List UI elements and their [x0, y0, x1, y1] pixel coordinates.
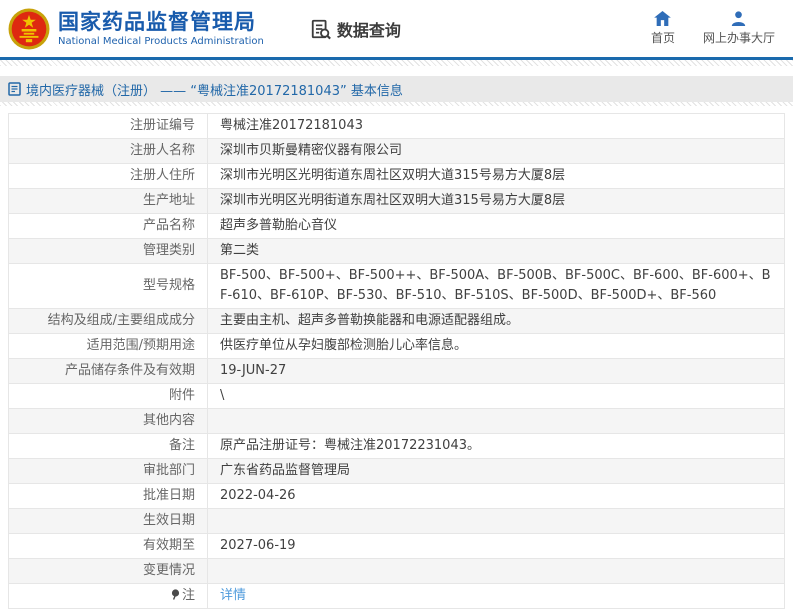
field-value — [207, 508, 785, 534]
field-value — [207, 558, 785, 584]
table-row: 备注 原产品注册证号：粤械注准20172231043。 — [8, 433, 785, 459]
field-label: 生产地址 — [8, 188, 208, 214]
field-label: 注册证编号 — [8, 113, 208, 139]
field-label: 型号规格 — [8, 263, 208, 309]
field-value — [207, 408, 785, 434]
site-subtitle: National Medical Products Administration — [58, 36, 264, 47]
table-row: 管理类别 第二类 — [8, 238, 785, 264]
field-label: 备注 — [8, 433, 208, 459]
note-label: 注 — [181, 588, 195, 603]
field-value: 广东省药品监督管理局 — [207, 458, 785, 484]
field-label: 产品储存条件及有效期 — [8, 358, 208, 384]
field-label: 注册人名称 — [8, 138, 208, 164]
field-value: BF-500、BF-500+、BF-500++、BF-500A、BF-500B、… — [207, 263, 785, 309]
site-header: 国家药品监督管理局 National Medical Products Admi… — [0, 0, 793, 57]
field-label: 注 — [8, 583, 208, 609]
table-row: 产品名称 超声多普勒胎心音仪 — [8, 213, 785, 239]
field-value: 深圳市光明区光明街道东周社区双明大道315号易方大厦8层 — [207, 163, 785, 189]
header-nav: 首页 网上办事大厅 — [651, 11, 793, 46]
table-row: 生效日期 — [8, 508, 785, 534]
field-value: 2027-06-19 — [207, 533, 785, 559]
table-row: 产品储存条件及有效期 19-JUN-27 — [8, 358, 785, 384]
field-value: \ — [207, 383, 785, 409]
data-query-label: 数据查询 — [336, 20, 401, 40]
field-value: 超声多普勒胎心音仪 — [207, 213, 785, 239]
national-emblem-logo[interactable] — [8, 8, 50, 50]
table-row: 型号规格 BF-500、BF-500+、BF-500++、BF-500A、BF-… — [8, 263, 785, 309]
field-label: 管理类别 — [8, 238, 208, 264]
field-value: 2022-04-26 — [207, 483, 785, 509]
site-title-block: 国家药品监督管理局 National Medical Products Admi… — [58, 9, 264, 48]
data-query-tab[interactable]: 数据查询 — [310, 17, 401, 41]
home-icon — [654, 11, 672, 26]
hatch-strip — [0, 102, 793, 106]
field-value: 原产品注册证号：粤械注准20172231043。 — [207, 433, 785, 459]
field-value: 深圳市光明区光明街道东周社区双明大道315号易方大厦8层 — [207, 188, 785, 214]
field-label: 批准日期 — [8, 483, 208, 509]
field-label: 适用范围/预期用途 — [8, 333, 208, 359]
table-row: 注册证编号 粤械注准20172181043 — [8, 113, 785, 139]
hatch-strip — [0, 60, 793, 66]
field-value: 主要由主机、超声多普勒换能器和电源适配器组成。 — [207, 308, 785, 334]
field-label: 审批部门 — [8, 458, 208, 484]
table-row: 其他内容 — [8, 408, 785, 434]
field-label: 其他内容 — [8, 408, 208, 434]
table-row: 附件 \ — [8, 383, 785, 409]
table-row-note: 注 详情 — [8, 583, 785, 609]
field-label: 变更情况 — [8, 558, 208, 584]
field-value: 深圳市贝斯曼精密仪器有限公司 — [207, 138, 785, 164]
document-icon — [8, 82, 21, 96]
table-row: 生产地址 深圳市光明区光明街道东周社区双明大道315号易方大厦8层 — [8, 188, 785, 214]
field-value: 19-JUN-27 — [207, 358, 785, 384]
table-row: 注册人住所 深圳市光明区光明街道东周社区双明大道315号易方大厦8层 — [8, 163, 785, 189]
table-row: 注册人名称 深圳市贝斯曼精密仪器有限公司 — [8, 138, 785, 164]
detail-link[interactable]: 详情 — [220, 588, 246, 603]
person-icon — [732, 11, 746, 26]
field-label: 结构及组成/主要组成成分 — [8, 308, 208, 334]
field-label: 生效日期 — [8, 508, 208, 534]
breadcrumb-text: 境内医疗器械（注册） —— “粤械注准20172181043” 基本信息 — [26, 83, 403, 99]
document-search-icon — [311, 19, 331, 39]
field-label: 注册人住所 — [8, 163, 208, 189]
table-row: 结构及组成/主要组成成分 主要由主机、超声多普勒换能器和电源适配器组成。 — [8, 308, 785, 334]
nav-item-service-hall[interactable]: 网上办事大厅 — [703, 11, 775, 46]
table-row: 适用范围/预期用途 供医疗单位从孕妇腹部检测胎儿心率信息。 — [8, 333, 785, 359]
nav-item-label: 首页 — [650, 31, 675, 45]
field-label: 产品名称 — [8, 213, 208, 239]
table-row: 有效期至 2027-06-19 — [8, 533, 785, 559]
registration-info-table: 注册证编号 粤械注准20172181043 注册人名称 深圳市贝斯曼精密仪器有限… — [8, 113, 785, 609]
pin-icon — [171, 589, 180, 600]
field-value: 供医疗单位从孕妇腹部检测胎儿心率信息。 — [207, 333, 785, 359]
table-row: 审批部门 广东省药品监督管理局 — [8, 458, 785, 484]
nav-item-home[interactable]: 首页 — [651, 11, 675, 46]
table-row: 批准日期 2022-04-26 — [8, 483, 785, 509]
table-row: 变更情况 — [8, 558, 785, 584]
field-label: 附件 — [8, 383, 208, 409]
field-value: 粤械注准20172181043 — [207, 113, 785, 139]
breadcrumb: 境内医疗器械（注册） —— “粤械注准20172181043” 基本信息 — [0, 76, 793, 102]
field-value: 第二类 — [207, 238, 785, 264]
field-value: 详情 — [207, 583, 785, 609]
field-label: 有效期至 — [8, 533, 208, 559]
site-title: 国家药品监督管理局 — [58, 10, 256, 34]
nav-item-label: 网上办事大厅 — [702, 31, 775, 45]
